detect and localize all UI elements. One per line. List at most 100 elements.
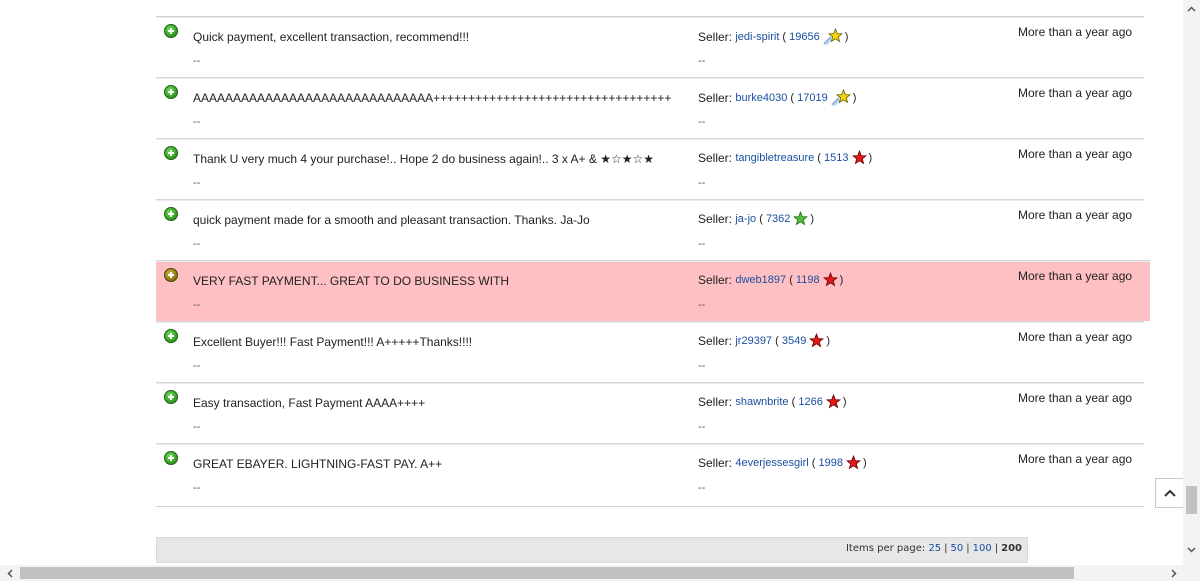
feedback-score-link[interactable]: 17019 — [797, 92, 828, 104]
feedback-reply: -- — [193, 177, 201, 189]
seller-reply: -- — [698, 55, 706, 67]
positive-feedback-icon — [164, 146, 178, 160]
seller-link[interactable]: ja-jo — [735, 213, 756, 225]
feedback-score-link[interactable]: 1266 — [798, 396, 822, 408]
seller-reply: -- — [698, 116, 706, 128]
seller-link[interactable]: jr29397 — [735, 335, 772, 347]
feedback-row: Quick payment, excellent transaction, re… — [156, 16, 1144, 77]
seller-label: Seller: — [698, 455, 733, 470]
positive-feedback-icon — [164, 390, 178, 404]
scroll-up-arrow-icon[interactable] — [1183, 0, 1200, 17]
pager-separator: | — [966, 543, 970, 554]
feedback-time: More than a year ago — [1018, 269, 1133, 283]
seller-label: Seller: — [698, 30, 733, 44]
feedback-row: Excellent Buyer!!! Fast Payment!!! A++++… — [156, 321, 1144, 382]
feedback-time: More than a year ago — [1018, 452, 1133, 466]
score-open-paren: ( — [814, 151, 825, 164]
feedback-row: VERY FAST PAYMENT... GREAT TO DO BUSINES… — [156, 260, 1150, 321]
pager-bar: Items per page: 25 | 50 | 100 | 200 — [156, 537, 1028, 563]
scroll-down-arrow-icon[interactable] — [1183, 541, 1200, 558]
chevron-up-icon — [1164, 489, 1176, 497]
score-close-paren: ) — [842, 395, 847, 408]
feedback-score-link[interactable]: 7362 — [766, 213, 790, 225]
score-open-paren: ( — [779, 31, 790, 43]
seller-reply: -- — [698, 177, 706, 189]
pager-separator: | — [994, 543, 999, 554]
score-open-paren: ( — [787, 92, 798, 104]
positive-feedback-icon — [164, 85, 178, 99]
back-to-top-button[interactable] — [1155, 478, 1185, 508]
score-close-paren: ) — [863, 456, 867, 469]
pager-separator: | — [944, 543, 948, 554]
seller-info: Seller: ja-jo ( 7362) — [698, 211, 814, 226]
seller-label: Seller: — [698, 272, 733, 287]
feedback-time: More than a year ago — [1018, 86, 1133, 100]
feedback-row: AAAAAAAAAAAAAAAAAAAAAAAAAAAAAA++++++++++… — [156, 77, 1144, 138]
feedback-row: GREAT EBAYER. LIGHTNING-FAST PAY. A++ -- S… — [156, 443, 1144, 504]
page-size-50[interactable]: 50 — [951, 543, 964, 554]
seller-reply: -- — [698, 299, 706, 311]
feedback-comment: Excellent Buyer!!! Fast Payment!!! A++++… — [193, 335, 473, 349]
score-close-paren: ) — [868, 151, 873, 164]
shooting-star-icon — [823, 28, 843, 46]
score-close-paren: ) — [844, 31, 849, 43]
feedback-time: More than a year ago — [1018, 25, 1133, 39]
seller-reply: -- — [698, 421, 706, 433]
horizontal-scrollbar[interactable] — [0, 565, 1200, 581]
positive-feedback-icon — [164, 329, 178, 343]
seller-reply: -- — [698, 360, 706, 372]
seller-info: Seller: jedi-spirit ( 19656) — [698, 28, 848, 46]
red-star-icon — [851, 150, 867, 165]
seller-label: Seller: — [698, 91, 733, 105]
score-close-paren: ) — [839, 273, 844, 286]
positive-feedback-icon — [164, 268, 178, 282]
seller-link[interactable]: burke4030 — [735, 92, 787, 104]
seller-info: Seller: shawnbrite ( 1266) — [698, 394, 847, 409]
score-open-paren: ( — [772, 334, 782, 347]
items-per-page: Items per page: 25 | 50 | 100 | 200 — [846, 543, 1022, 554]
scroll-left-arrow-icon[interactable] — [2, 565, 18, 581]
feedback-score-link[interactable]: 1198 — [796, 274, 820, 286]
vertical-scrollbar[interactable] — [1183, 0, 1200, 565]
seller-link[interactable]: dweb1897 — [735, 274, 786, 286]
horizontal-scroll-thumb[interactable] — [20, 567, 1074, 579]
score-open-paren: ( — [756, 212, 766, 225]
seller-label: Seller: — [698, 333, 733, 348]
seller-info: Seller: tangibletreasure ( 1513) — [698, 150, 872, 165]
feedback-time: More than a year ago — [1018, 208, 1133, 222]
page-size-25[interactable]: 25 — [928, 543, 941, 554]
page-size-100[interactable]: 100 — [973, 543, 992, 554]
feedback-comment: GREAT EBAYER. LIGHTNING-FAST PAY. A++ — [193, 457, 443, 471]
vertical-scroll-thumb[interactable] — [1186, 486, 1197, 514]
feedback-score-link[interactable]: 19656 — [789, 31, 820, 43]
seller-info: Seller: dweb1897 ( 1198) — [698, 272, 843, 287]
shooting-star-icon — [831, 89, 851, 107]
seller-reply: -- — [698, 238, 706, 250]
feedback-comment: VERY FAST PAYMENT... GREAT TO DO BUSINES… — [193, 274, 510, 288]
seller-link[interactable]: jedi-spirit — [735, 31, 779, 43]
seller-info: Seller: jr29397 ( 3549) — [698, 333, 830, 348]
seller-info: Seller: 4everjessesgirl ( 1998) — [698, 455, 867, 470]
feedback-reply: -- — [193, 360, 201, 372]
seller-link[interactable]: tangibletreasure — [735, 152, 814, 164]
feedback-score-link[interactable]: 1513 — [824, 152, 848, 164]
feedback-row: Easy transaction, Fast Payment AAAA++++ -… — [156, 382, 1144, 443]
feedback-score-link[interactable]: 1998 — [819, 457, 843, 469]
seller-link[interactable]: 4everjessesgirl — [735, 457, 808, 469]
seller-label: Seller: — [698, 150, 733, 165]
feedback-score-link[interactable]: 3549 — [782, 335, 806, 347]
scroll-right-arrow-icon[interactable] — [1166, 565, 1182, 581]
page-size-current: 200 — [1001, 543, 1022, 554]
score-close-paren: ) — [826, 334, 830, 347]
feedback-row: quick payment made for a smooth and plea… — [156, 199, 1144, 260]
score-close-paren: ) — [852, 92, 857, 104]
feedback-time: More than a year ago — [1018, 147, 1133, 161]
feedback-reply: -- — [193, 55, 201, 67]
positive-feedback-icon — [164, 24, 178, 38]
feedback-comment: Thank U very much 4 your purchase!.. Hop… — [193, 152, 655, 166]
seller-link[interactable]: shawnbrite — [735, 396, 788, 408]
red-star-icon — [809, 333, 825, 348]
score-open-paren: ( — [786, 273, 796, 286]
red-star-icon — [846, 455, 861, 470]
feedback-list: Quick payment, excellent transaction, re… — [156, 16, 1150, 504]
